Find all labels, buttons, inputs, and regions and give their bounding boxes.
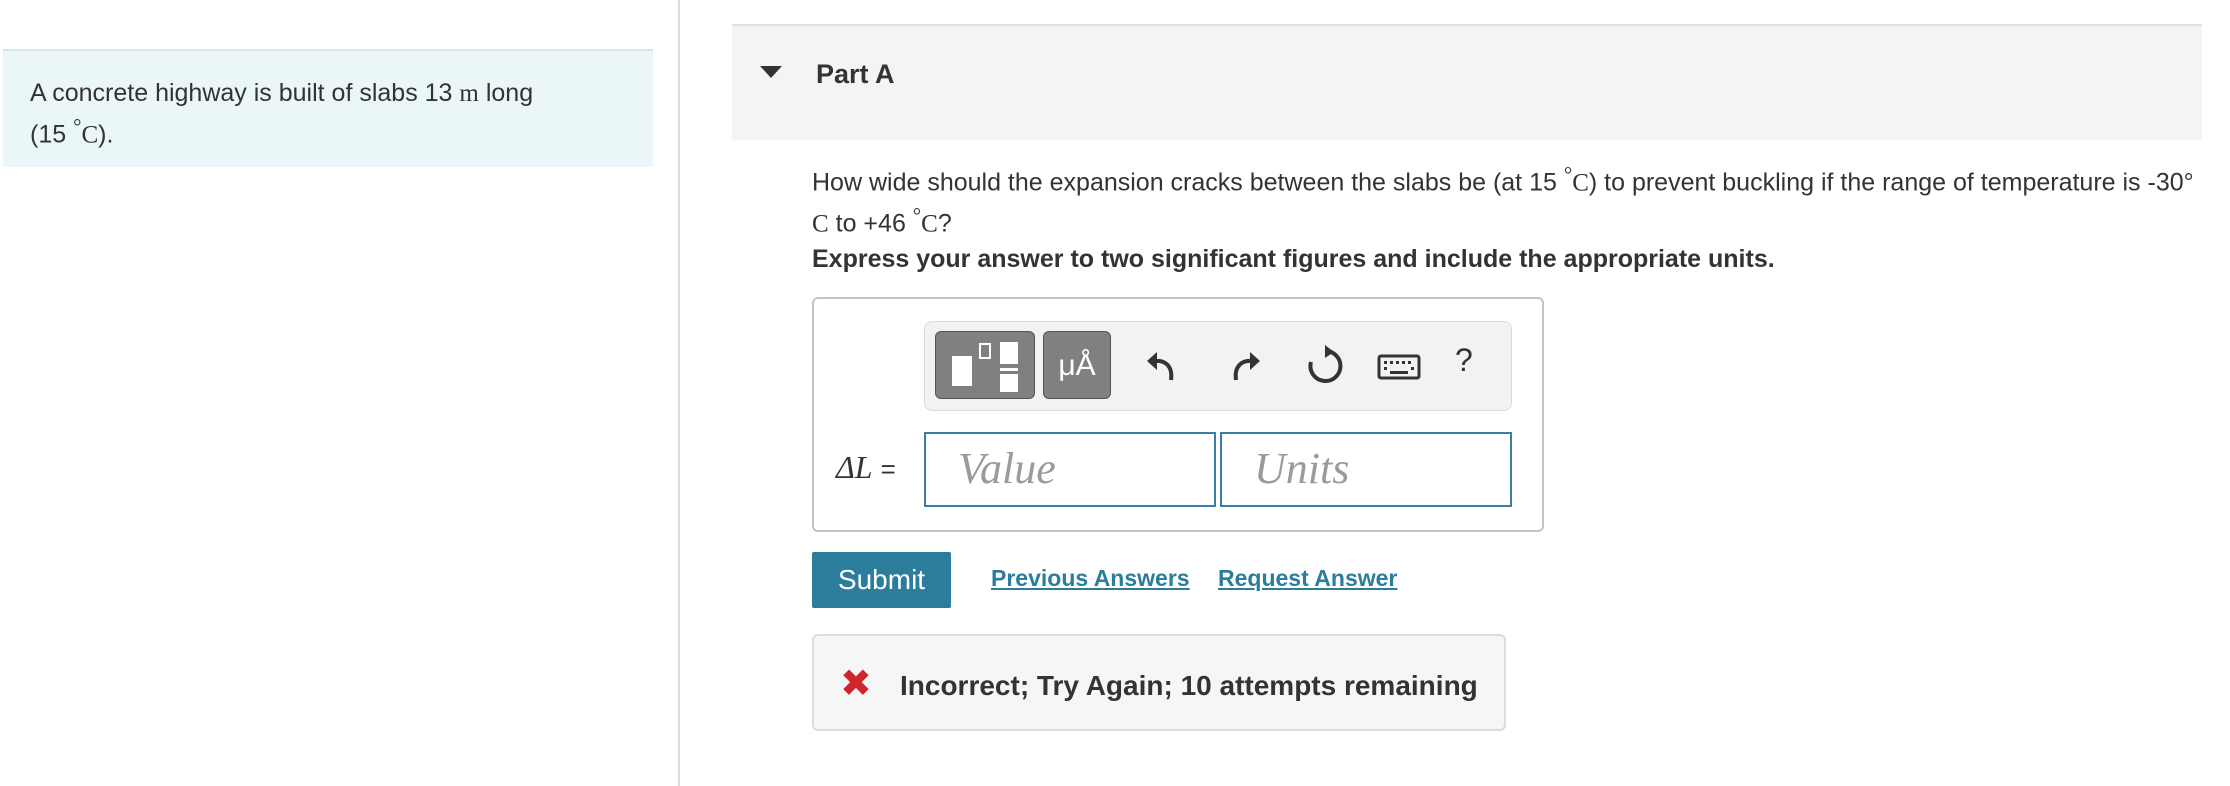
question-degree-1: ° <box>1563 162 1573 186</box>
redo-icon[interactable] <box>1222 344 1266 388</box>
question-degree-2: ° <box>912 203 922 228</box>
column-divider <box>678 0 680 786</box>
previous-answers-link[interactable]: Previous Answers <box>991 565 1190 592</box>
reset-icon[interactable] <box>1303 344 1347 388</box>
part-a-header[interactable]: Part A <box>732 24 2202 140</box>
answer-box: μÅ ? ΔL = Value Units <box>812 297 1544 532</box>
intro-unit-c: C <box>81 121 99 149</box>
intro-unit-m: m <box>459 80 479 107</box>
question-unit-c-3: C <box>921 210 938 238</box>
answer-variable-label: ΔL = <box>836 449 896 486</box>
math-toolbar: μÅ ? <box>924 321 1512 411</box>
x-mark-icon: ✖ <box>840 663 872 705</box>
question-mark: ? <box>937 209 952 238</box>
submit-button[interactable]: Submit <box>812 552 951 608</box>
part-title: Part A <box>816 59 895 89</box>
intro-temp-open: (15 <box>30 120 67 149</box>
units-button[interactable]: μÅ <box>1043 331 1111 399</box>
intro-text-long: long <box>485 79 534 107</box>
question-part-2: ) to prevent buckling if the range of te… <box>1588 168 2194 197</box>
variable-delta-l: ΔL <box>836 449 873 485</box>
value-input[interactable]: Value <box>924 432 1216 507</box>
intro-temp-close: ). <box>98 120 114 149</box>
question-unit-c-1: C <box>1572 169 1589 197</box>
request-answer-link[interactable]: Request Answer <box>1218 565 1397 592</box>
fraction-template-icon <box>952 342 1018 392</box>
collapse-caret-icon[interactable] <box>760 66 782 78</box>
feedback-text: Incorrect; Try Again; 10 attempts remain… <box>900 670 1478 701</box>
feedback-box: ✖ Incorrect; Try Again; 10 attempts rema… <box>812 634 1506 731</box>
question-part-1: How wide should the expansion cracks bet… <box>812 168 1557 197</box>
undo-icon[interactable] <box>1141 344 1185 388</box>
intro-text: A concrete highway is built of slabs 13 <box>30 79 453 107</box>
equals-sign: = <box>880 454 896 484</box>
keyboard-icon[interactable] <box>1375 344 1423 388</box>
answer-instruction: Express your answer to two significant f… <box>812 245 1775 273</box>
question-unit-c-2: C <box>812 210 829 238</box>
question-part-3: to +46 <box>835 209 906 238</box>
fraction-template-button[interactable] <box>935 331 1035 399</box>
problem-intro: A concrete highway is built of slabs 13 … <box>3 49 653 167</box>
help-button[interactable]: ? <box>1455 342 1473 379</box>
units-input[interactable]: Units <box>1220 432 1512 507</box>
question-text: How wide should the expansion cracks bet… <box>812 158 2212 241</box>
